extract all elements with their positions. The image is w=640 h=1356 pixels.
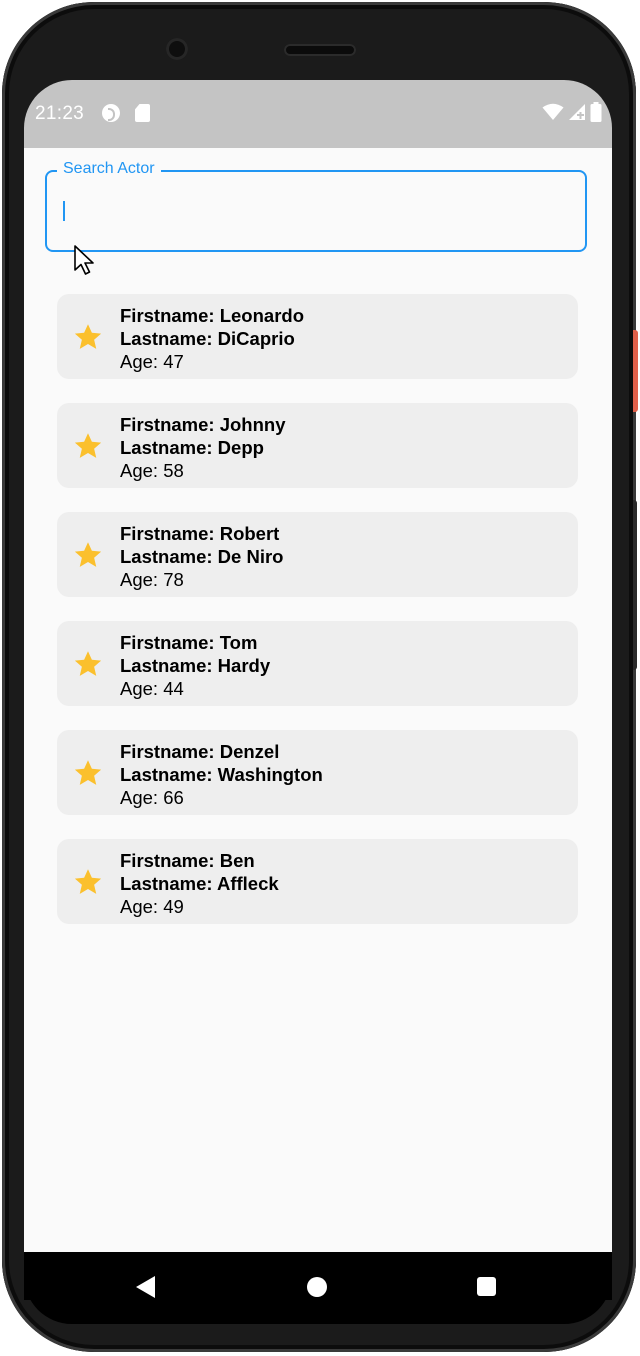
actor-age: Age: 78 xyxy=(120,569,184,590)
recents-icon[interactable] xyxy=(477,1277,496,1296)
actor-card[interactable]: Firstname: Johnny Lastname: Depp Age: 58 xyxy=(57,403,578,488)
actor-lastname: Lastname: Hardy xyxy=(120,655,271,676)
status-bar: 21:23 xyxy=(24,80,612,148)
actor-lastname: Lastname: DiCaprio xyxy=(120,328,295,349)
actor-lastname: Lastname: De Niro xyxy=(120,546,284,567)
actor-age: Age: 47 xyxy=(120,351,184,372)
actor-firstname: Firstname: Robert xyxy=(120,523,280,544)
actor-details: Firstname: Johnny Lastname: Depp Age: 58 xyxy=(120,413,286,482)
actor-firstname: Firstname: Denzel xyxy=(120,741,280,762)
actor-age: Age: 49 xyxy=(120,896,184,917)
status-right-icons xyxy=(542,102,602,122)
actor-card[interactable]: Firstname: Denzel Lastname: Washington A… xyxy=(57,730,578,815)
status-time: 21:23 xyxy=(35,103,85,124)
actor-details: Firstname: Denzel Lastname: Washington A… xyxy=(120,740,323,809)
actor-details: Firstname: Tom Lastname: Hardy Age: 44 xyxy=(120,631,270,700)
star-icon[interactable] xyxy=(73,649,103,679)
actor-firstname: Firstname: Tom xyxy=(120,632,258,653)
app-content: Search Actor Firstname: Leonardo Lastnam… xyxy=(24,148,612,1252)
actor-lastname: Lastname: Depp xyxy=(120,437,264,458)
mouse-pointer-icon xyxy=(74,245,94,275)
back-icon[interactable] xyxy=(136,1276,155,1298)
actor-age: Age: 58 xyxy=(120,460,184,481)
star-icon[interactable] xyxy=(73,867,103,897)
device-frame: 21:23 Search Actor Firstname: Leonardo L… xyxy=(0,0,640,1356)
actor-list: Firstname: Leonardo Lastname: DiCaprio A… xyxy=(57,294,578,948)
star-icon[interactable] xyxy=(73,431,103,461)
actor-details: Firstname: Robert Lastname: De Niro Age:… xyxy=(120,522,283,591)
star-icon[interactable] xyxy=(73,540,103,570)
actor-firstname: Firstname: Ben xyxy=(120,850,255,871)
actor-firstname: Firstname: Leonardo xyxy=(120,305,304,326)
actor-card[interactable]: Firstname: Leonardo Lastname: DiCaprio A… xyxy=(57,294,578,379)
signal-icon xyxy=(569,104,585,120)
actor-age: Age: 66 xyxy=(120,787,184,808)
screen: 21:23 Search Actor Firstname: Leonardo L… xyxy=(24,80,612,1300)
volume-button xyxy=(633,500,637,670)
data-saver-icon xyxy=(102,104,120,122)
star-icon[interactable] xyxy=(73,322,103,352)
search-input[interactable]: Search Actor xyxy=(45,160,587,275)
text-caret xyxy=(63,201,65,221)
system-nav-bar xyxy=(24,1252,612,1324)
actor-details: Firstname: Ben Lastname: Affleck Age: 49 xyxy=(120,849,279,918)
actor-card[interactable]: Firstname: Ben Lastname: Affleck Age: 49 xyxy=(57,839,578,924)
actor-card[interactable]: Firstname: Robert Lastname: De Niro Age:… xyxy=(57,512,578,597)
actor-lastname: Lastname: Washington xyxy=(120,764,323,785)
front-camera-icon xyxy=(166,38,188,60)
actor-card[interactable]: Firstname: Tom Lastname: Hardy Age: 44 xyxy=(57,621,578,706)
wifi-icon xyxy=(542,103,564,120)
actor-details: Firstname: Leonardo Lastname: DiCaprio A… xyxy=(120,304,304,373)
actor-age: Age: 44 xyxy=(120,678,184,699)
actor-firstname: Firstname: Johnny xyxy=(120,414,286,435)
star-icon[interactable] xyxy=(73,758,103,788)
actor-lastname: Lastname: Affleck xyxy=(120,873,279,894)
battery-icon xyxy=(590,102,602,122)
home-icon[interactable] xyxy=(307,1277,327,1297)
earpiece-speaker xyxy=(284,44,356,56)
power-button xyxy=(633,330,638,412)
search-label: Search Actor xyxy=(57,160,161,178)
sd-card-icon xyxy=(135,104,150,122)
